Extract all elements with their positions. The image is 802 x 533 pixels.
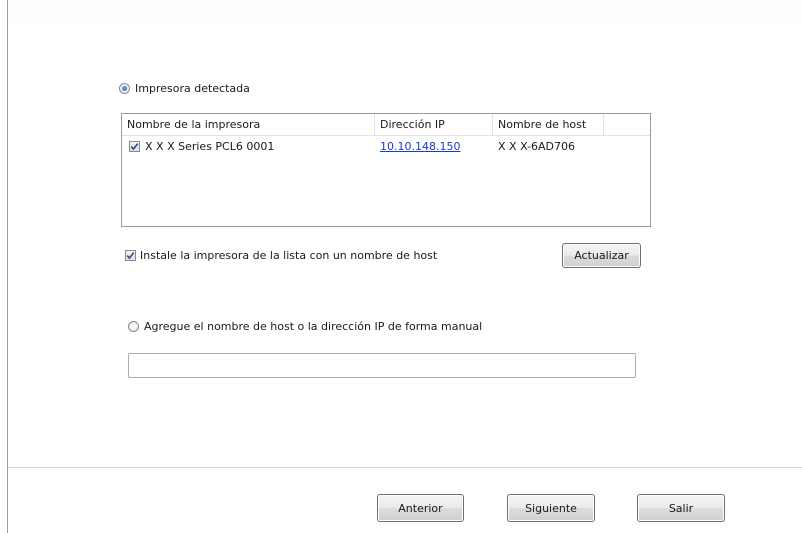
detected-printer-radio[interactable]: Impresora detectada bbox=[119, 82, 250, 95]
refresh-button[interactable]: Actualizar bbox=[562, 243, 641, 268]
ip-address-cell: 10.10.148.150 bbox=[375, 140, 493, 153]
printer-list-header: Nombre de la impresora Dirección IP Nomb… bbox=[122, 114, 650, 136]
column-header-host-name[interactable]: Nombre de host bbox=[493, 114, 604, 135]
printer-row-checkbox[interactable] bbox=[129, 140, 140, 152]
install-with-hostname-label: Instale la impresora de la lista con un … bbox=[140, 249, 438, 262]
ip-address-link[interactable]: 10.10.148.150 bbox=[380, 140, 460, 153]
install-with-hostname-option[interactable]: Instale la impresora de la lista con un … bbox=[125, 249, 437, 262]
printer-name-cell: X X X Series PCL6 0001 bbox=[122, 140, 375, 153]
checkmark-icon bbox=[126, 252, 135, 260]
detected-printer-label: Impresora detectada bbox=[135, 82, 250, 95]
checkmark-icon bbox=[130, 142, 139, 150]
table-row[interactable]: X X X Series PCL6 0001 10.10.148.150 X X… bbox=[122, 136, 650, 156]
column-header-empty bbox=[604, 114, 650, 135]
column-header-printer-name[interactable]: Nombre de la impresora bbox=[122, 114, 375, 135]
radio-selected-icon bbox=[119, 83, 130, 94]
manual-entry-label: Agregue el nombre de host o la dirección… bbox=[144, 320, 483, 333]
radio-unselected-icon bbox=[128, 321, 139, 332]
next-button[interactable]: Siguiente bbox=[507, 494, 595, 522]
install-with-hostname-checkbox[interactable] bbox=[125, 250, 136, 261]
column-header-ip-address[interactable]: Dirección IP bbox=[375, 114, 493, 135]
header-band bbox=[8, 0, 802, 28]
window-left-border bbox=[7, 0, 8, 533]
back-button[interactable]: Anterior bbox=[377, 494, 464, 522]
printer-name-text: X X X Series PCL6 0001 bbox=[145, 139, 275, 153]
host-name-cell: X X X-6AD706 bbox=[498, 139, 576, 153]
manual-host-ip-input[interactable] bbox=[128, 353, 636, 378]
exit-button[interactable]: Salir bbox=[637, 494, 725, 522]
footer-separator bbox=[8, 467, 802, 468]
printer-list[interactable]: Nombre de la impresora Dirección IP Nomb… bbox=[121, 113, 651, 227]
manual-entry-radio[interactable]: Agregue el nombre de host o la dirección… bbox=[128, 320, 482, 333]
